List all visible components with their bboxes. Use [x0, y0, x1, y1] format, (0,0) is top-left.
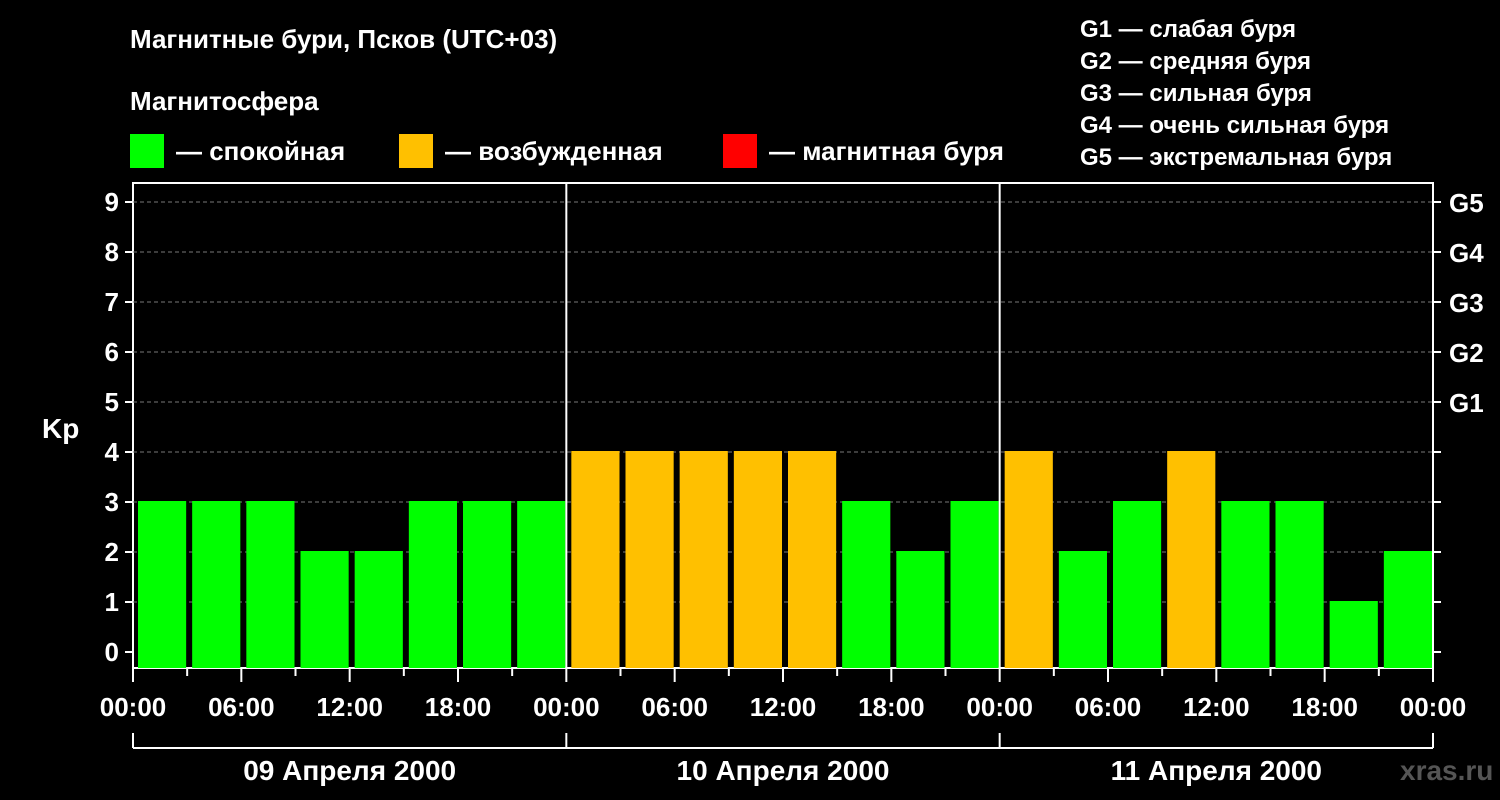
kp-bar — [1275, 501, 1324, 668]
kp-bar — [300, 551, 349, 668]
y-tick-label: 0 — [105, 637, 119, 667]
g-level-label: G5 — [1449, 188, 1484, 218]
kp-bar — [517, 501, 566, 668]
x-tick-label: 18:00 — [1291, 692, 1358, 722]
kp-bar — [463, 501, 512, 668]
y-tick-label: 4 — [105, 437, 120, 467]
day-label: 10 Апреля 2000 — [677, 755, 890, 786]
kp-bar — [788, 451, 837, 668]
kp-bar — [354, 551, 403, 668]
y-tick-label: 5 — [105, 387, 119, 417]
y-tick-label: 1 — [105, 587, 119, 617]
x-tick-label: 06:00 — [208, 692, 275, 722]
kp-bar — [1383, 551, 1432, 668]
x-tick-label: 00:00 — [966, 692, 1033, 722]
y-tick-label: 6 — [105, 337, 119, 367]
x-tick-label: 06:00 — [1075, 692, 1142, 722]
kp-bar — [571, 451, 620, 668]
kp-bar — [408, 501, 457, 668]
kp-bar — [192, 501, 241, 668]
y-tick-label: 3 — [105, 487, 119, 517]
y-tick-label: 9 — [105, 187, 119, 217]
y-tick-label: 7 — [105, 287, 119, 317]
g-level-label: G3 — [1449, 288, 1484, 318]
kp-bar — [679, 451, 728, 668]
g-level-label: G1 — [1449, 388, 1484, 418]
y-tick-label: 8 — [105, 237, 119, 267]
kp-bar — [1167, 451, 1216, 668]
kp-bar — [1329, 601, 1378, 668]
kp-bar — [1221, 501, 1270, 668]
kp-bar — [625, 451, 674, 668]
x-tick-label: 18:00 — [425, 692, 492, 722]
kp-bar — [138, 501, 187, 668]
x-tick-label: 12:00 — [750, 692, 817, 722]
kp-bar — [896, 551, 945, 668]
kp-bar — [950, 501, 999, 668]
kp-bar — [1113, 501, 1162, 668]
kp-bar — [733, 451, 782, 668]
kp-bar — [1058, 551, 1107, 668]
day-label: 09 Апреля 2000 — [243, 755, 456, 786]
x-tick-label: 06:00 — [641, 692, 708, 722]
kp-bar-chart: 0 1 2 3 4 5 6 7 8 9 G1 G2 G3 G4 G5 Kp 00:00 06:00 12:00 18:… — [42, 182, 1484, 786]
x-tick-label: 12:00 — [1183, 692, 1250, 722]
y-tick-label: 2 — [105, 537, 119, 567]
day-label: 11 Апреля 2000 — [1111, 755, 1322, 786]
g-level-label: G2 — [1449, 338, 1484, 368]
x-tick-label: 12:00 — [316, 692, 383, 722]
g-level-label: G4 — [1449, 238, 1484, 268]
y-axis-label: Kp — [42, 413, 79, 444]
watermark: xras.ru — [1400, 755, 1494, 786]
kp-bar — [842, 501, 891, 668]
x-tick-label: 00:00 — [1400, 692, 1467, 722]
kp-bar — [1004, 451, 1053, 668]
x-tick-label: 18:00 — [858, 692, 925, 722]
kp-bar — [246, 501, 295, 668]
x-tick-label: 00:00 — [533, 692, 600, 722]
x-tick-label: 00:00 — [100, 692, 167, 722]
